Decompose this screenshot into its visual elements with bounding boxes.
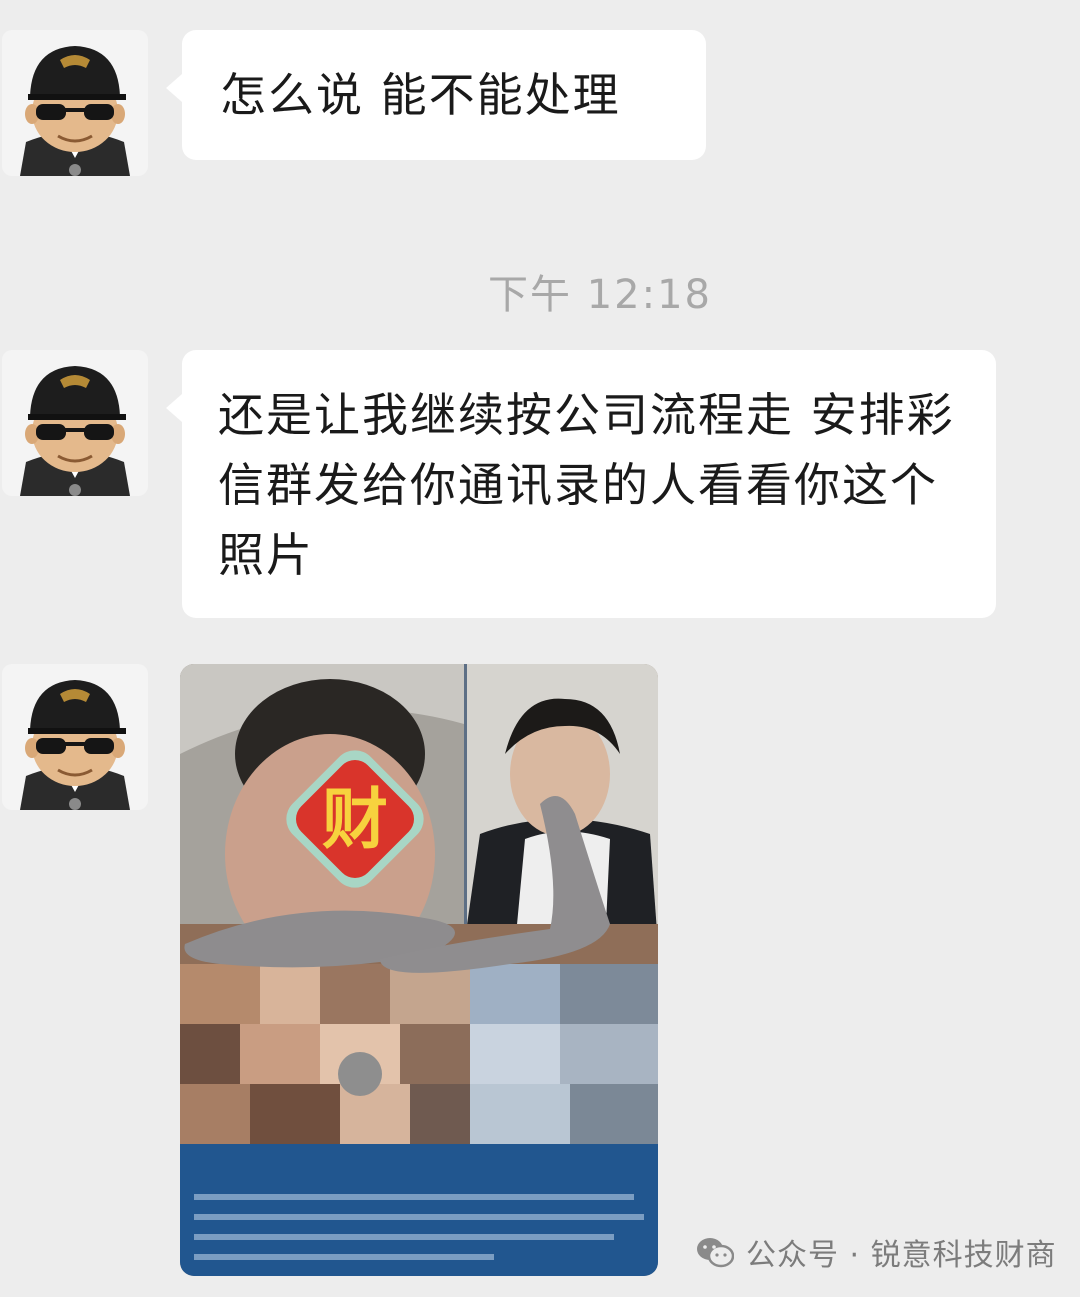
message-timestamp: 下午 12:18 — [488, 272, 712, 318]
watermark-text: 公众号 · 锐意科技财商 — [746, 1238, 1057, 1273]
message-text: 怎么说 能不能处理 — [220, 68, 621, 122]
sender-avatar[interactable] — [2, 350, 148, 496]
sender-avatar[interactable] — [2, 664, 148, 810]
badge-character: 财 — [322, 781, 388, 858]
message-text: 还是让我继续按公司流程走 安排彩信群发给你通讯录的人看看你这个照片 — [218, 388, 955, 582]
sunglasses-man-avatar-icon — [20, 680, 130, 810]
fortune-badge-icon: 财 — [286, 750, 424, 888]
watermark: 公众号 · 锐意科技财商 — [696, 1226, 1057, 1278]
sunglasses-man-avatar-icon — [20, 366, 130, 496]
sunglasses-man-avatar-icon — [20, 46, 130, 176]
image-message[interactable]: 财 — [180, 664, 658, 1276]
wechat-icon — [697, 1238, 734, 1268]
message-bubble[interactable]: 还是让我继续按公司流程走 安排彩信群发给你通讯录的人看看你这个照片 — [166, 350, 996, 618]
sender-avatar[interactable] — [2, 30, 148, 176]
message-bubble[interactable]: 怎么说 能不能处理 — [166, 30, 706, 160]
